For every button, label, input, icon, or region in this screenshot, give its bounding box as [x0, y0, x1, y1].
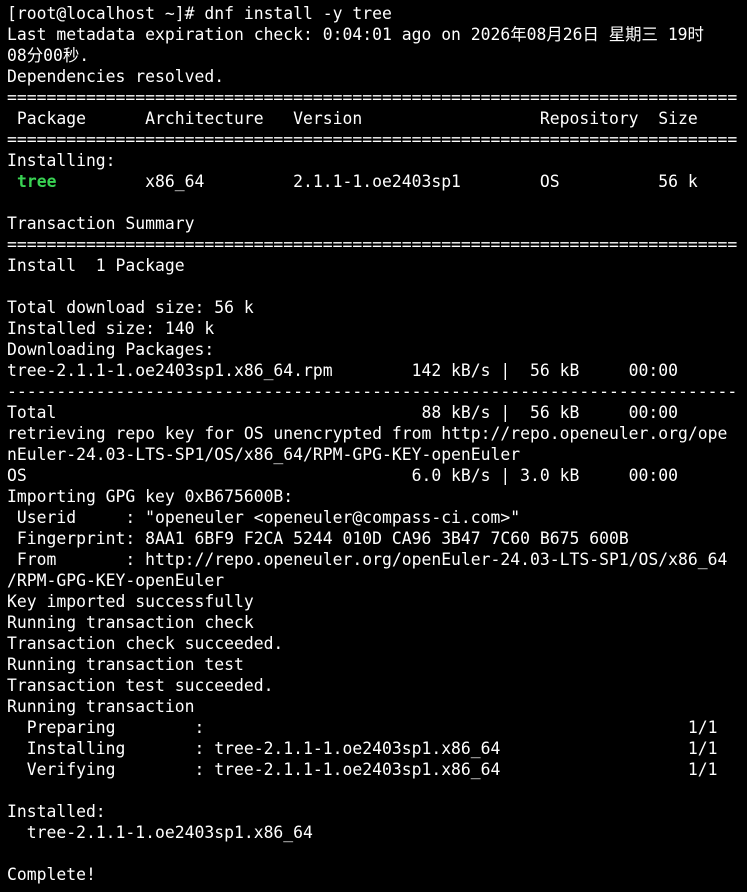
repo-key-line: retrieving repo key for OS unencrypted f… [7, 424, 728, 443]
importing-gpg-key-line: Importing GPG key 0xB675600B: [7, 487, 294, 506]
dashed-separator-line: ----------------------------------------… [7, 382, 738, 401]
transaction-summary-line: Transaction Summary [7, 214, 195, 233]
gpg-userid-line: Userid : "openeuler <openeuler@compass-c… [7, 508, 521, 527]
package-row-details: x86_64 2.1.1-1.oe2403sp1 OS 56 k [7, 172, 698, 191]
step-installing-line: Installing : tree-2.1.1-1.oe2403sp1.x86_… [7, 739, 718, 758]
downloading-packages-line: Downloading Packages: [7, 340, 215, 359]
gpg-fingerprint-line: Fingerprint: 8AA1 6BF9 F2CA 5244 010D CA… [7, 529, 629, 548]
separator-line: ========================================… [7, 235, 738, 254]
dependencies-resolved-line: Dependencies resolved. [7, 67, 225, 86]
download-size-line: Total download size: 56 k [7, 298, 254, 317]
metadata-check-line-wrap: 08分00秒. [7, 46, 90, 65]
installed-package-line: tree-2.1.1-1.oe2403sp1.x86_64 [7, 823, 313, 842]
installed-size-line: Installed size: 140 k [7, 319, 215, 338]
transaction-check-ok-line: Transaction check succeeded. [7, 634, 284, 653]
table-header-line: Package Architecture Version Repository … [7, 109, 698, 128]
package-row-line: tree x86_64 2.1.1-1.oe2403sp1 OS 56 k [7, 171, 747, 192]
total-download-line: Total 88 kB/s | 56 kB 00:00 [7, 403, 679, 422]
package-name: tree [17, 172, 57, 191]
separator-line: ========================================… [7, 130, 738, 149]
terminal-output[interactable]: [root@localhost ~]# dnf install -y tree … [0, 0, 747, 892]
install-count-line: Install 1 Package [7, 256, 185, 275]
repo-key-line-wrap: nEuler-24.03-LTS-SP1/OS/x86_64/RPM-GPG-K… [7, 445, 521, 464]
installed-heading-line: Installed: [7, 802, 106, 821]
prompt-command-line: [root@localhost ~]# dnf install -y tree [7, 4, 392, 23]
transaction-test-line: Running transaction test [7, 655, 244, 674]
step-verifying-line: Verifying : tree-2.1.1-1.oe2403sp1.x86_6… [7, 760, 718, 779]
transaction-check-line: Running transaction check [7, 613, 254, 632]
os-key-download-line: OS 6.0 kB/s | 3.0 kB 00:00 [7, 466, 679, 485]
installing-heading-line: Installing: [7, 151, 116, 170]
rpm-download-progress-line: tree-2.1.1-1.oe2403sp1.x86_64.rpm 142 kB… [7, 361, 679, 380]
transaction-test-ok-line: Transaction test succeeded. [7, 676, 274, 695]
metadata-check-line: Last metadata expiration check: 0:04:01 … [7, 25, 704, 44]
complete-line: Complete! [7, 865, 96, 884]
running-transaction-line: Running transaction [7, 697, 195, 716]
step-preparing-line: Preparing : 1/1 [7, 718, 718, 737]
gpg-from-line-wrap: /RPM-GPG-KEY-openEuler [7, 571, 225, 590]
separator-line: ========================================… [7, 88, 738, 107]
key-imported-line: Key imported successfully [7, 592, 254, 611]
gpg-from-line: From : http://repo.openeuler.org/openEul… [7, 550, 728, 569]
